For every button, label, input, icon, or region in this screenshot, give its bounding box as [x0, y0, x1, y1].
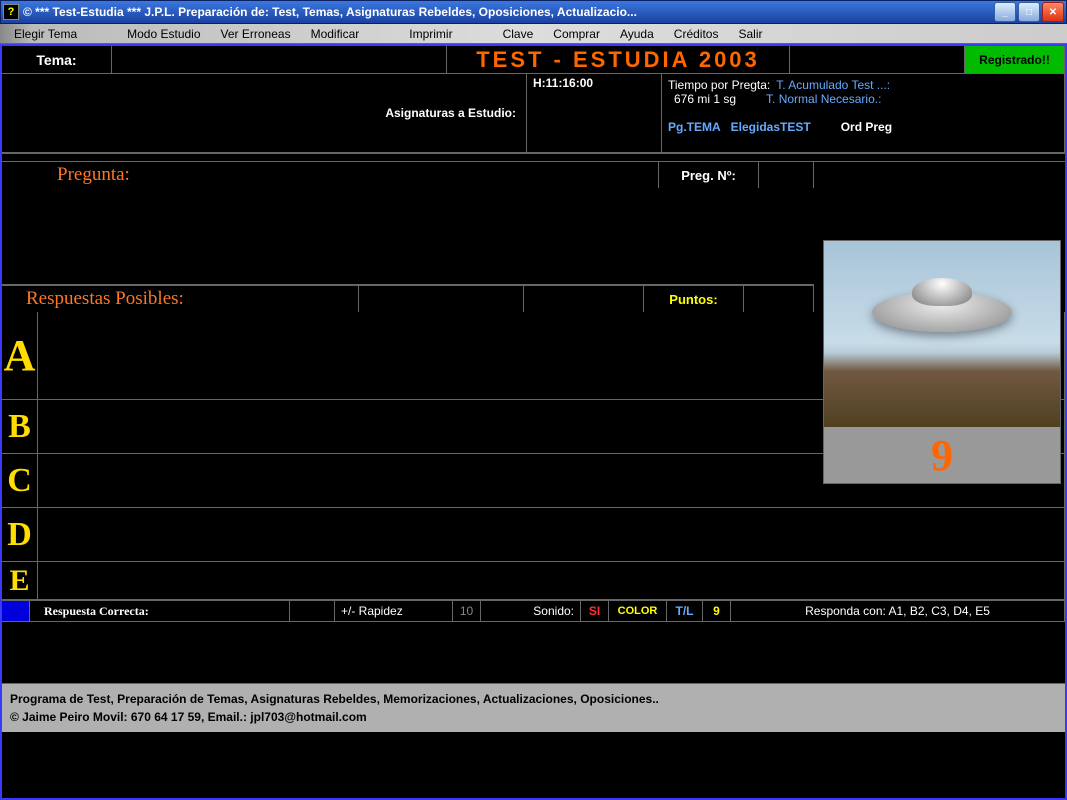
minimize-button[interactable]: _ [994, 2, 1016, 22]
respuestas-label: Respuestas Posibles: [2, 286, 359, 312]
sonido-label: Sonido: [481, 601, 581, 621]
close-button[interactable]: ✕ [1042, 2, 1064, 22]
status-color-square [2, 601, 30, 621]
respuesta-correcta-label: Respuesta Correcta: [30, 601, 290, 621]
tema-label: Tema: [2, 46, 112, 73]
responda-hint: Responda con: A1, B2, C3, D4, E5 [731, 601, 1065, 621]
registered-badge: Registrado!! [965, 46, 1065, 73]
asignaturas-label: Asignaturas a Estudio: [2, 74, 527, 152]
tiempo-value: 676 mi 1 sg [668, 92, 736, 106]
answer-c-button[interactable]: C [2, 454, 38, 507]
menu-salir[interactable]: Salir [728, 25, 772, 43]
tl-value: 9 [703, 601, 731, 621]
pregunta-num-label: Preg. Nº: [659, 162, 759, 188]
answer-d-text [38, 508, 1065, 561]
respuesta-correcta-value [290, 601, 335, 621]
pregunta-body [2, 188, 814, 286]
rapidez-value: 10 [453, 601, 481, 621]
menu-modo-estudio[interactable]: Modo Estudio [117, 25, 210, 43]
info-time-block: H:11:16:00 [527, 74, 662, 152]
answer-b-button[interactable]: B [2, 400, 38, 453]
rapidez-label: +/- Rapidez [335, 601, 453, 621]
image-panel: 9 [823, 240, 1061, 484]
menu-ayuda[interactable]: Ayuda [610, 25, 664, 43]
menu-ver-erroneas[interactable]: Ver Erroneas [211, 25, 301, 43]
puntos-label: Puntos: [644, 286, 744, 312]
pregunta-num-value [759, 162, 814, 188]
normal-label: T. Normal Necesario.: [766, 92, 881, 106]
spacer [790, 46, 965, 73]
info-right-block: Tiempo por Pregta: T. Acumulado Test ...… [662, 74, 1065, 152]
spacer [359, 286, 524, 312]
menu-modificar[interactable]: Modificar [301, 25, 370, 43]
titlebar: ? © *** Test-Estudia *** J.P.L. Preparac… [0, 0, 1067, 24]
answer-d-button[interactable]: D [2, 508, 38, 561]
pg-tema-label: Pg.TEMA [668, 120, 721, 134]
acumulado-label: T. Acumulado Test ...: [776, 78, 890, 92]
app-title: TEST - ESTUDIA 2003 [447, 46, 790, 73]
ord-preg-label: Ord Preg [841, 120, 892, 134]
footer-line1: Programa de Test, Preparación de Temas, … [10, 690, 1057, 708]
answer-e-text [38, 562, 1065, 599]
menu-elegir-tema[interactable]: Elegir Tema [4, 25, 87, 43]
footer-line2: © Jaime Peiro Movil: 670 64 17 59, Email… [10, 708, 1057, 726]
tema-value [112, 46, 447, 73]
answer-e-button[interactable]: E [2, 562, 38, 599]
counter-number: 9 [824, 427, 1060, 483]
status-area-2 [2, 622, 1065, 684]
menu-comprar[interactable]: Comprar [543, 25, 610, 43]
footer: Programa de Test, Preparación de Temas, … [2, 684, 1065, 732]
color-button[interactable]: COLOR [609, 601, 667, 621]
menu-creditos[interactable]: Créditos [664, 25, 729, 43]
tiempo-pregta-label: Tiempo por Pregta: [668, 78, 770, 92]
answer-a-button[interactable]: A [2, 312, 38, 399]
ufo-illustration [872, 292, 1012, 332]
pregunta-label: Pregunta: [2, 162, 659, 188]
window-title: © *** Test-Estudia *** J.P.L. Preparació… [23, 5, 994, 19]
sonido-value[interactable]: SI [581, 601, 609, 621]
time-label: H:11:16:00 [533, 76, 593, 90]
app-icon: ? [3, 4, 19, 20]
tl-label: T/L [667, 601, 703, 621]
question-image [824, 241, 1060, 427]
menubar: Elegir Tema Modo Estudio Ver Erroneas Mo… [0, 24, 1067, 44]
puntos-value [744, 286, 814, 312]
menu-imprimir[interactable]: Imprimir [399, 25, 462, 43]
spacer [524, 286, 644, 312]
elegidas-label: ElegidasTEST [731, 120, 811, 134]
menu-clave[interactable]: Clave [493, 25, 544, 43]
maximize-button[interactable]: □ [1018, 2, 1040, 22]
